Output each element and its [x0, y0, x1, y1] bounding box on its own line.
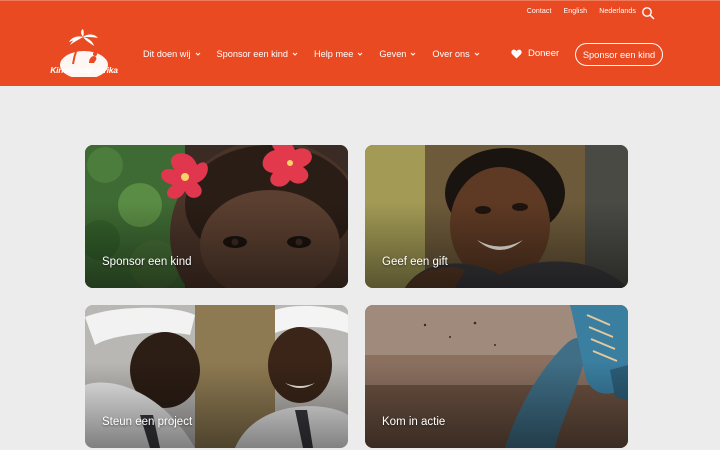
chevron-down-icon: [195, 52, 200, 56]
card-geef-een-gift[interactable]: Geef een gift: [365, 145, 628, 288]
card-steun-een-project[interactable]: Steun een project: [85, 305, 348, 448]
nav-label: Geven: [379, 49, 407, 59]
card-shade: [365, 202, 628, 288]
chevron-down-icon: [357, 52, 363, 56]
chevron-down-icon: [411, 52, 416, 56]
nav-geven[interactable]: Geven: [379, 49, 416, 59]
card-label: Sponsor een kind: [102, 256, 192, 268]
donate-label: Doneer: [528, 48, 560, 59]
nav-sponsor-een-kind[interactable]: Sponsor een kind: [217, 49, 299, 59]
dutch-link[interactable]: Nederlands: [599, 8, 636, 15]
english-link[interactable]: English: [564, 8, 588, 15]
sponsor-button[interactable]: Sponsor een kind: [575, 43, 663, 66]
chevron-down-icon: [474, 52, 480, 56]
card-label: Kom in actie: [382, 416, 446, 428]
heart-icon: [511, 49, 522, 58]
nav-over-ons[interactable]: Over ons: [432, 49, 480, 59]
card-label: Steun een project: [102, 416, 193, 428]
card-sponsor-een-kind[interactable]: Sponsor een kind: [85, 145, 348, 288]
top-links: Contact English Nederlands: [527, 8, 636, 15]
nav-label: Sponsor een kind: [216, 49, 289, 59]
nav-label: Dit doen wij: [143, 49, 191, 59]
card-kom-in-actie[interactable]: Kom in actie: [365, 305, 628, 448]
chevron-down-icon: [292, 52, 298, 56]
nav-dit-doen-wij[interactable]: Dit doen wij: [143, 49, 201, 59]
card-label: Geef een gift: [382, 256, 448, 268]
search-icon[interactable]: [641, 6, 655, 20]
logo-text: Kinderhulp Afrika: [50, 65, 118, 75]
site-header: Contact English Nederlands Kinderhulp Af…: [0, 0, 720, 86]
card-shade: [85, 362, 348, 448]
card-shade: [365, 362, 628, 448]
donate-link[interactable]: Doneer: [511, 48, 559, 59]
contact-link[interactable]: Contact: [527, 8, 552, 15]
nav-label: Help mee: [314, 49, 354, 59]
card-shade: [85, 202, 348, 288]
main-nav: Dit doen wij Sponsor een kind Help mee G…: [143, 49, 496, 59]
nav-label: Over ons: [432, 49, 470, 59]
nav-help-mee[interactable]: Help mee: [314, 49, 363, 59]
